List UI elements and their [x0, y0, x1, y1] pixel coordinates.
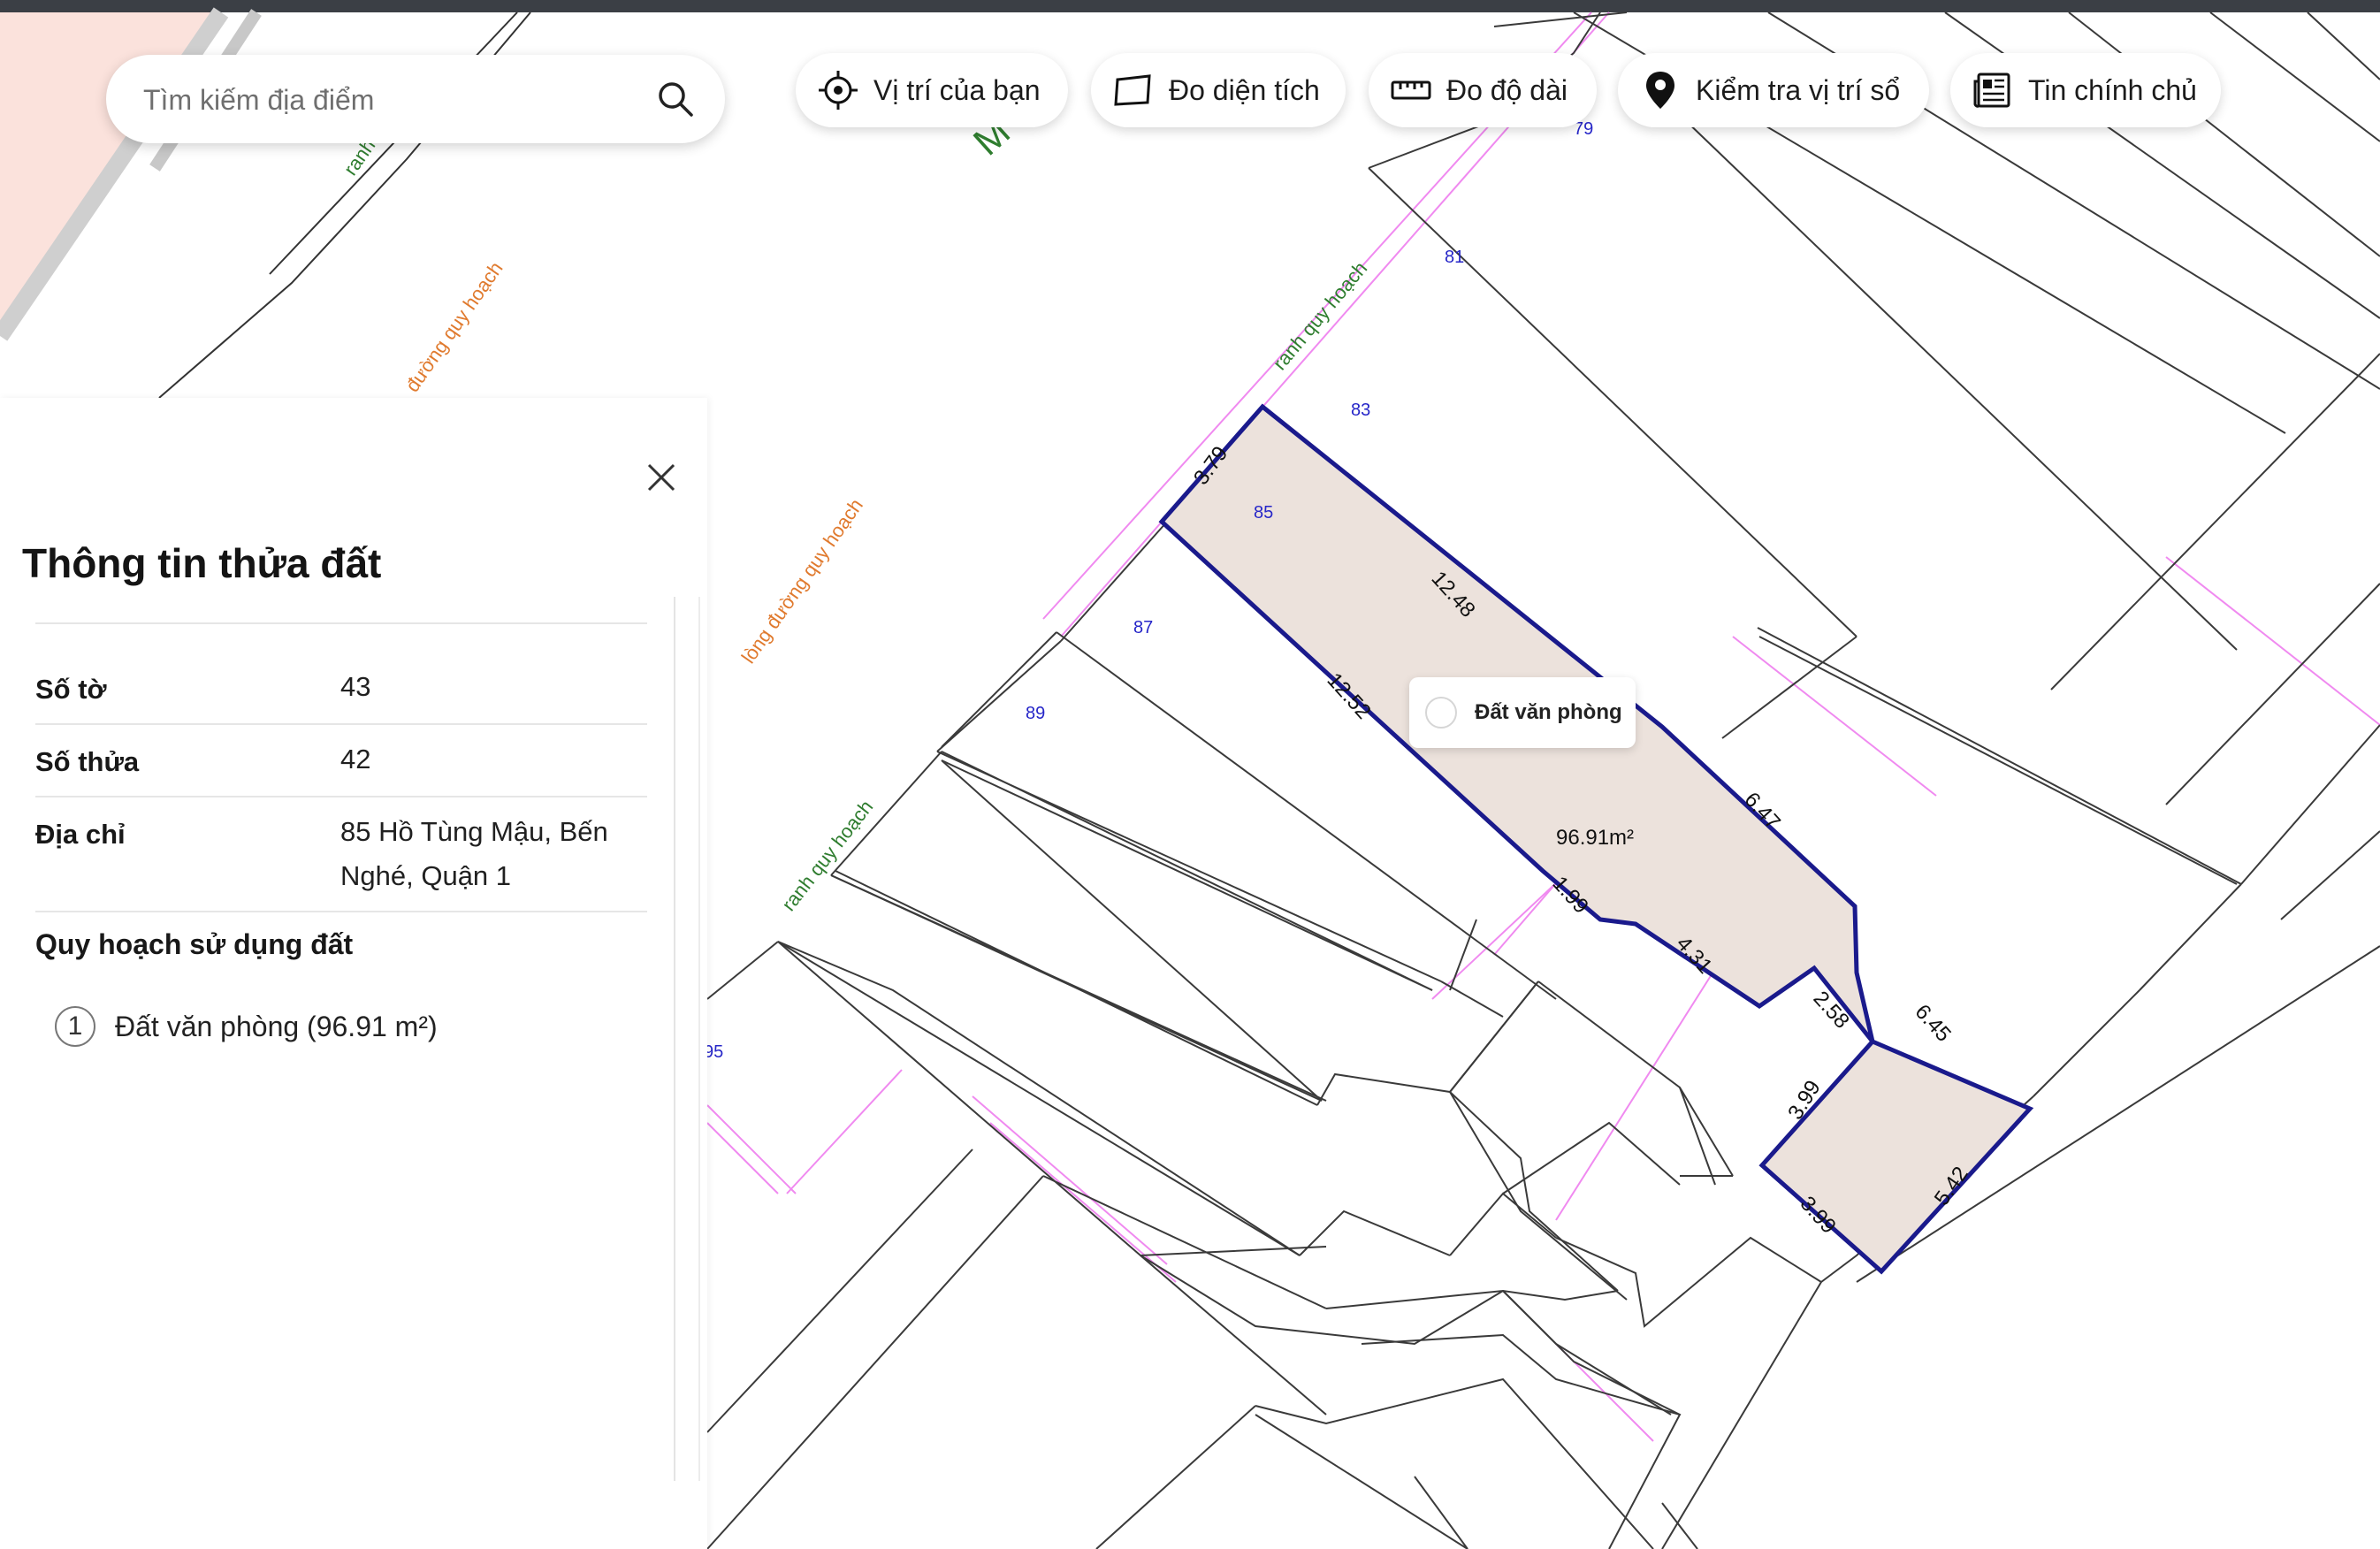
search-icon[interactable]: [654, 78, 697, 120]
divider: [35, 796, 647, 797]
parcel-number: 83: [1351, 401, 1370, 420]
parcel-area-label: 96.91m²: [1556, 826, 1634, 850]
boundary-label: ranh quy hoạch: [777, 796, 877, 915]
land-use-item[interactable]: 1 Đất văn phòng (96.91 m²): [55, 1006, 438, 1047]
parcel-number-value: 42: [340, 744, 371, 774]
road-label: lòng đường quy hoạch: [737, 494, 867, 668]
item-text: Đất văn phòng (96.91 m²): [115, 1010, 438, 1042]
parcel-tooltip[interactable]: Đất văn phòng: [1409, 677, 1636, 748]
toolbar-label: Tin chính chủ: [2028, 73, 2197, 106]
check-book-location-button[interactable]: Kiểm tra vị trí sổ: [1618, 53, 1929, 127]
item-index: 1: [55, 1006, 95, 1047]
close-icon[interactable]: [644, 460, 679, 495]
divider: [35, 723, 647, 725]
parcel-info-panel: Thông tin thửa đất Số tờ 43 Số thửa 42 Đ…: [0, 398, 707, 1549]
sheet-number-label: Số tờ: [35, 674, 107, 705]
measure-area-button[interactable]: Đo diện tích: [1091, 53, 1346, 127]
sheet-number-value: 43: [340, 671, 371, 702]
tooltip-dot-icon: [1425, 697, 1457, 729]
divider: [35, 911, 647, 912]
your-location-button[interactable]: Vị trí của bạn: [796, 53, 1068, 127]
owner-listings-button[interactable]: Tin chính chủ: [1950, 53, 2221, 127]
edge-length: 6.45: [1911, 1000, 1956, 1047]
toolbar-label: Đo độ dài: [1446, 73, 1568, 106]
panel-title: Thông tin thửa đất: [22, 540, 382, 586]
parcel-number: 81: [1445, 248, 1464, 267]
boundary-label: ranh quy hoạch: [1269, 257, 1372, 374]
toolbar-label: Kiểm tra vị trí sổ: [1696, 73, 1901, 106]
address-label: Địa chỉ: [35, 819, 126, 850]
tooltip-label: Đất văn phòng: [1475, 700, 1622, 724]
parcel-number: 87: [1133, 618, 1153, 637]
toolbar-label: Vị trí của bạn: [873, 73, 1041, 106]
ruler-icon: [1391, 80, 1431, 100]
search-box[interactable]: [106, 55, 725, 143]
parcel-number: 85: [1254, 503, 1273, 523]
land-use-section-title: Quy hoạch sử dụng đất: [35, 928, 354, 960]
newspaper-icon: [1973, 72, 2010, 108]
measure-length-button[interactable]: Đo độ dài: [1369, 53, 1597, 127]
crosshair-icon: [819, 71, 858, 110]
location-pin-icon: [1646, 72, 1674, 109]
area-icon: [1114, 74, 1151, 106]
search-input[interactable]: [141, 74, 640, 126]
parcel-number-label: Số thửa: [35, 746, 140, 777]
road-label: đường quy hoạch: [401, 257, 507, 395]
panel-scrollbar[interactable]: [674, 597, 700, 1481]
toolbar-label: Đo diện tích: [1169, 73, 1320, 106]
divider: [35, 622, 647, 624]
address-value: 85 Hồ Tùng Mậu, Bến Nghé, Quận 1: [340, 816, 608, 891]
parcel-number: 89: [1026, 704, 1045, 723]
